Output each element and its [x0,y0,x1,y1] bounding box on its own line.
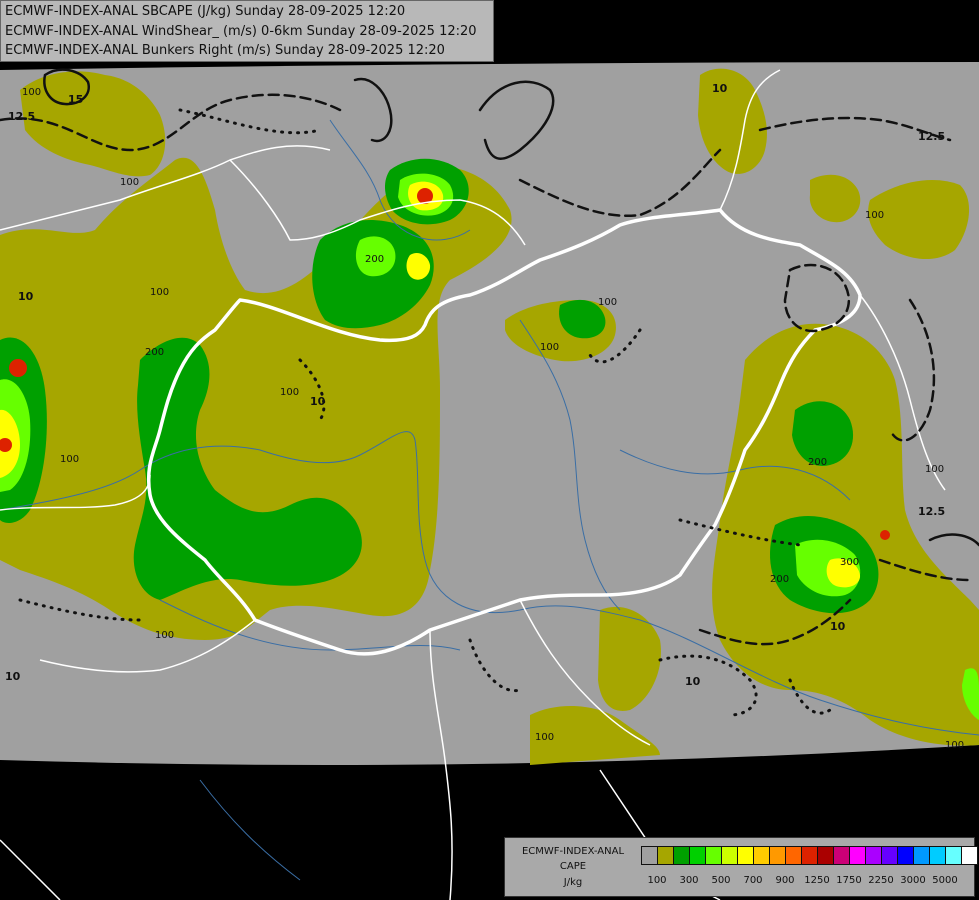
cape-peak-west [9,359,27,377]
contour-label: 100 [945,740,964,751]
contour-label: 100 [150,287,169,298]
legend-tick: 1250 [804,875,830,886]
contour-label: 100 [925,464,944,475]
legend-title: ECMWF-INDEX-ANAL [521,846,625,857]
weather-map: 12.5 10 100 15 10 12.5 100 200 100 10 10… [0,0,979,900]
title-bunkers: ECMWF-INDEX-ANAL Bunkers Right (m/s) Sun… [5,43,445,58]
legend-swatch [817,846,834,865]
contour-label: 100 [865,210,884,221]
legend-tick: 5000 [932,875,958,886]
legend-swatch [849,846,866,865]
legend-swatch [801,846,818,865]
legend-tick: 500 [711,875,731,886]
legend-swatch [705,846,722,865]
legend-tick: 2250 [868,875,894,886]
contour-label: 100 [120,177,139,188]
title-sbcape: ECMWF-INDEX-ANAL SBCAPE (J/kg) Sunday 28… [5,4,406,19]
contour-label: 15 [68,93,83,106]
contour-label: 100 [22,87,41,98]
legend-swatch [865,846,882,865]
legend-tick: 900 [775,875,795,886]
legend-swatch [833,846,850,865]
legend-swatch [673,846,690,865]
contour-label: 200 [808,457,827,468]
legend-tick: 700 [743,875,763,886]
contour-label: 10 [5,670,21,683]
title-windshear: ECMWF-INDEX-ANAL WindShear_ (m/s) 0-6km … [5,24,477,39]
contour-label: 200 [365,254,384,265]
cape-peak-romania [880,530,890,540]
contour-label: 12.5 [918,505,945,518]
contour-label: 100 [60,454,79,465]
contour-label: 12.5 [918,130,945,143]
contour-label: 12.5 [8,110,35,123]
legend-swatch [641,846,658,865]
legend-swatch [769,846,786,865]
legend-swatch [737,846,754,865]
contour-label: 200 [770,574,789,585]
legend-swatch [961,846,978,865]
legend-swatch [721,846,738,865]
legend-tick: 3000 [900,875,926,886]
contour-label: 100 [598,297,617,308]
legend-unit: J/kg [563,877,583,888]
legend-swatch [897,846,914,865]
legend-swatch [913,846,930,865]
legend-swatch [753,846,770,865]
title-panel: ECMWF-INDEX-ANAL SBCAPE (J/kg) Sunday 28… [0,0,494,62]
legend-swatch [929,846,946,865]
contour-label: 10 [830,620,846,633]
legend-tick: 100 [647,875,667,886]
legend-swatch [945,846,962,865]
contour-label: 100 [155,630,174,641]
contour-label: 10 [310,395,326,408]
contour-label: 100 [540,342,559,353]
legend-variable: CAPE [559,861,587,872]
contour-label: 100 [535,732,554,743]
contour-label: 300 [840,557,859,568]
contour-label: 10 [712,82,728,95]
contour-label: 200 [145,347,164,358]
contour-label: 100 [280,387,299,398]
contour-label: 10 [18,290,34,303]
legend-swatch [657,846,674,865]
legend-tick: 300 [679,875,699,886]
contour-label: 10 [685,675,701,688]
legend-swatch [689,846,706,865]
cape-legend: ECMWF-INDEX-ANAL CAPE J/kg 100 300 500 700 9… [504,837,978,897]
legend-swatch [785,846,802,865]
legend-tick: 1750 [836,875,862,886]
legend-swatch [881,846,898,865]
